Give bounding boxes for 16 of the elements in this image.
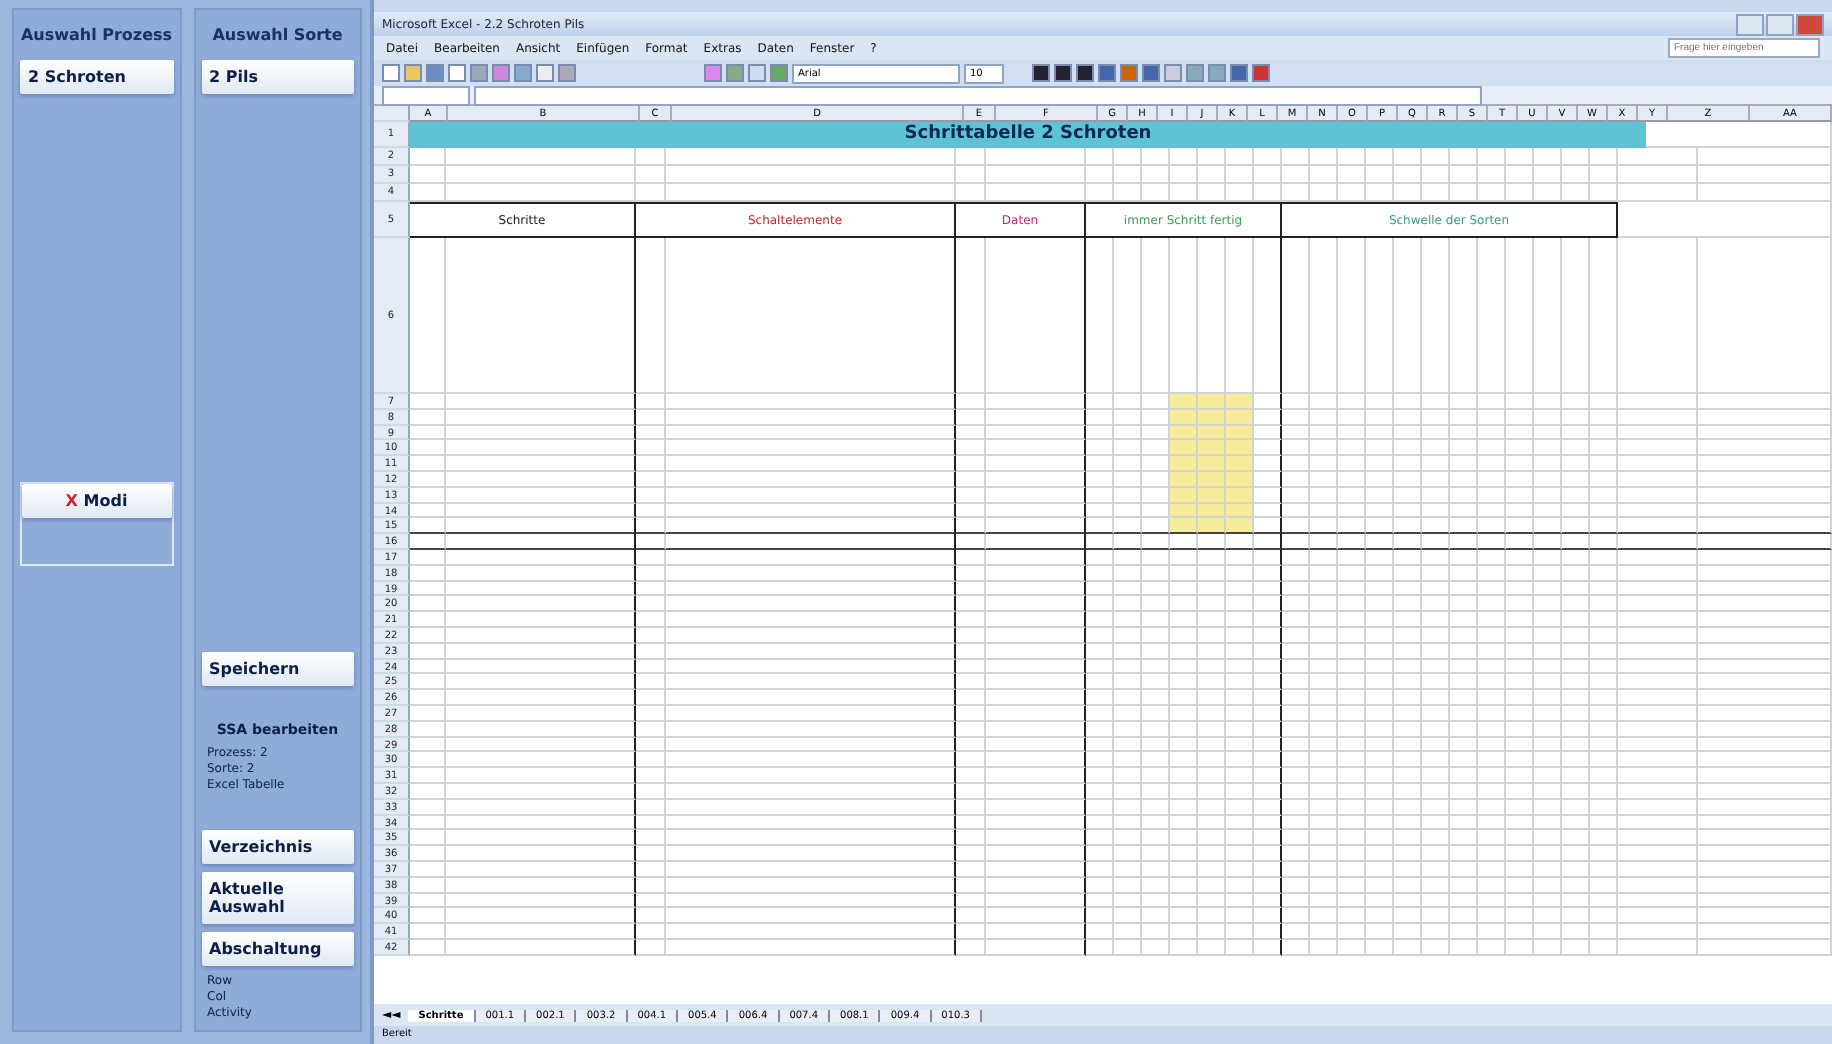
- sheet-title: Schrittabelle 2 Schroten: [410, 122, 1646, 148]
- save-button[interactable]: Speichern: [201, 652, 354, 686]
- panel-button[interactable]: Aktuelle Auswahl: [201, 872, 354, 924]
- minimize-icon[interactable]: [1736, 13, 1764, 35]
- modi-button[interactable]: X Modi: [22, 484, 171, 519]
- process-heading: Auswahl Prozess: [20, 24, 173, 48]
- sort-heading: Auswahl Sorte: [210, 24, 345, 48]
- close-icon[interactable]: [1796, 13, 1824, 35]
- panel-button[interactable]: Verzeichnis: [201, 830, 354, 864]
- panel-button[interactable]: Abschaltung: [201, 932, 354, 966]
- formula-field[interactable]: [474, 86, 1482, 106]
- sort-selector[interactable]: 2 Pils: [201, 60, 354, 94]
- process-selector[interactable]: 2 Schroten: [20, 60, 173, 94]
- name-box[interactable]: [382, 86, 470, 106]
- select-all-corner[interactable]: [374, 106, 410, 122]
- maximize-icon[interactable]: [1766, 13, 1794, 35]
